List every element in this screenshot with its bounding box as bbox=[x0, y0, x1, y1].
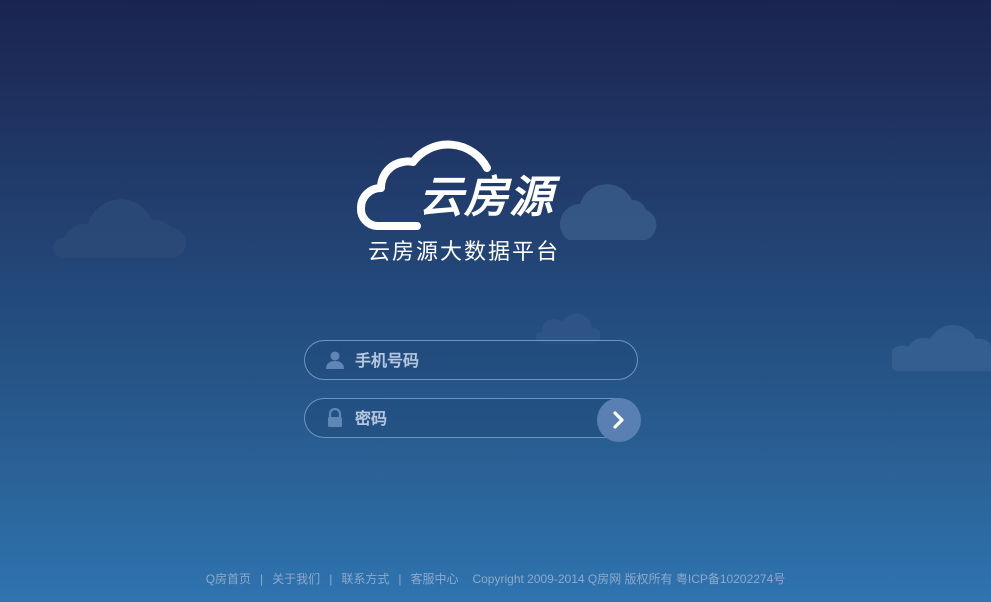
footer-link-contact[interactable]: 联系方式 bbox=[341, 572, 389, 586]
footer-separator: | bbox=[329, 572, 333, 586]
platform-subtitle: 云房源大数据平台 bbox=[368, 240, 561, 265]
background-cloud-right bbox=[892, 325, 991, 371]
user-icon bbox=[326, 351, 344, 369]
login-submit-button[interactable] bbox=[597, 398, 641, 442]
password-input[interactable] bbox=[355, 399, 585, 437]
footer-link-support[interactable]: 客服中心 bbox=[410, 572, 458, 586]
footer-separator: | bbox=[398, 572, 402, 586]
password-field[interactable] bbox=[304, 398, 638, 438]
logo-text: 云房源 bbox=[419, 172, 554, 223]
background-cloud-left bbox=[53, 199, 186, 259]
footer-link-about[interactable]: 关于我们 bbox=[272, 572, 320, 586]
footer-separator: | bbox=[260, 572, 264, 586]
lock-icon bbox=[328, 408, 342, 427]
chevron-right-icon bbox=[613, 411, 624, 429]
phone-field[interactable] bbox=[304, 340, 638, 380]
footer: Q房首页 | 关于我们 | 联系方式 | 客服中心 Copyright 2009-2014 Q… bbox=[0, 570, 991, 587]
copyright-text: Copyright 2009-2014 Q房网 版权所有 粤ICP备102022… bbox=[472, 572, 786, 586]
phone-input[interactable] bbox=[355, 341, 585, 379]
footer-link-home[interactable]: Q房首页 bbox=[206, 572, 251, 586]
